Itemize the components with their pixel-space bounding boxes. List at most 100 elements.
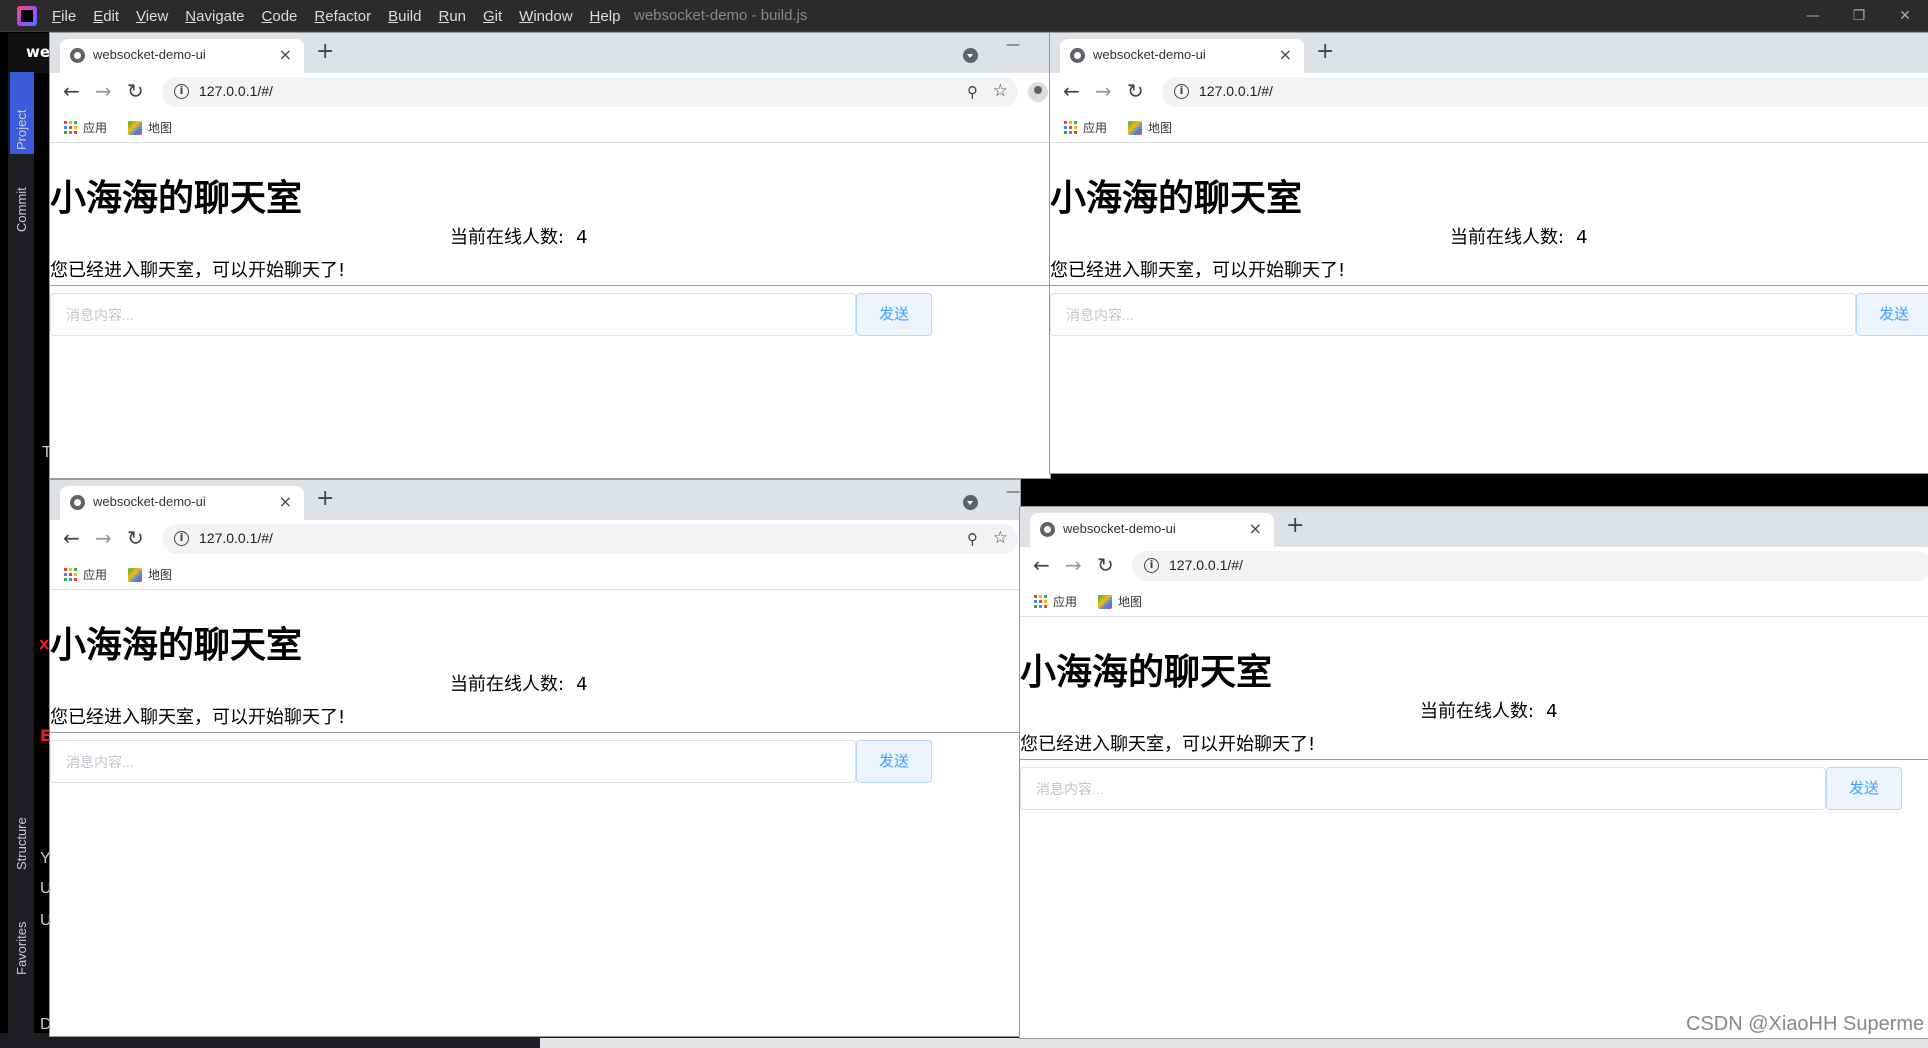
send-button[interactable]: 发送 [1826, 767, 1902, 810]
close-tab-icon[interactable]: × [279, 492, 292, 511]
back-icon[interactable]: ← [1063, 80, 1080, 102]
welcome-message: 您已经进入聊天室，可以开始聊天了! [1050, 260, 1346, 281]
zoom-icon[interactable]: ⚲ [967, 530, 978, 548]
info-icon[interactable]: i [1144, 558, 1159, 573]
send-button[interactable]: 发送 [856, 293, 932, 336]
address-bar[interactable]: i 127.0.0.1/#/ ⚲ ☆ [162, 77, 1018, 107]
info-icon[interactable]: i [174, 84, 189, 99]
bookmark-star-icon[interactable]: ☆ [993, 81, 1008, 101]
new-tab-button[interactable]: + [316, 41, 334, 63]
structure-tab-label[interactable]: Structure [14, 817, 29, 870]
tab-title: websocket-demo-ui [1063, 521, 1176, 536]
browser-tab[interactable]: websocket-demo-ui × [1060, 39, 1304, 73]
new-tab-button[interactable]: + [1286, 515, 1304, 537]
message-input[interactable]: 消息内容... [1020, 767, 1826, 810]
menu-navigate[interactable]: Navigate [185, 8, 244, 25]
profile-avatar-icon[interactable] [1028, 82, 1048, 102]
message-input[interactable]: 消息内容... [50, 740, 856, 783]
ide-menu-bar: File Edit View Navigate Code Refactor Bu… [52, 0, 637, 32]
back-icon[interactable]: ← [1033, 554, 1050, 576]
bookmark-apps[interactable]: 应用 [64, 119, 107, 136]
back-icon[interactable]: ← [63, 80, 80, 102]
globe-icon [1070, 48, 1085, 63]
close-tab-icon[interactable]: × [1249, 519, 1262, 538]
restore-icon[interactable]: ❐ [1836, 0, 1882, 32]
message-input[interactable]: 消息内容... [1050, 293, 1856, 336]
browser-tab[interactable]: websocket-demo-ui × [1030, 513, 1274, 547]
message-input[interactable]: 消息内容... [50, 293, 856, 336]
browser-toolbar: ← → ↻ i 127.0.0.1/#/ [1020, 547, 1928, 585]
reload-icon[interactable]: ↻ [127, 80, 144, 102]
favorites-tab-label[interactable]: Favorites [14, 922, 29, 975]
ide-tool-strip [8, 33, 34, 1033]
menu-edit[interactable]: Edit [93, 8, 119, 25]
menu-view[interactable]: View [136, 8, 168, 25]
info-icon[interactable]: i [174, 531, 189, 546]
bookmark-maps[interactable]: 地图 [1128, 119, 1172, 136]
window-minimize-button[interactable]: — [1006, 484, 1020, 500]
bookmarks-bar: 应用 地图 [50, 111, 1050, 143]
close-icon[interactable]: ✕ [1882, 0, 1928, 32]
online-count: 当前在线人数: 4 [450, 223, 588, 249]
forward-icon[interactable]: → [95, 527, 112, 549]
bookmark-apps[interactable]: 应用 [1034, 593, 1077, 610]
url-text[interactable]: 127.0.0.1/#/ [1199, 83, 1273, 99]
error-marker: x [39, 634, 50, 653]
address-bar[interactable]: i 127.0.0.1/#/ [1162, 77, 1928, 107]
reload-icon[interactable]: ↻ [1097, 554, 1114, 576]
maps-icon [128, 120, 142, 135]
new-tab-button[interactable]: + [316, 488, 334, 510]
menu-window[interactable]: Window [519, 8, 572, 25]
bookmark-apps[interactable]: 应用 [64, 566, 107, 583]
tab-search-icon[interactable] [963, 495, 978, 510]
tab-search-icon[interactable] [963, 48, 978, 63]
browser-tab[interactable]: websocket-demo-ui × [60, 39, 304, 73]
forward-icon[interactable]: → [1065, 554, 1082, 576]
tab-strip: websocket-demo-ui × + [1020, 507, 1928, 547]
browser-window-1: websocket-demo-ui × + — ← → ↻ i 127.0.0.… [50, 33, 1050, 478]
browser-toolbar: ← → ↻ i 127.0.0.1/#/ ⚲ ☆ [50, 73, 1050, 111]
url-text[interactable]: 127.0.0.1/#/ [199, 530, 273, 546]
bookmark-apps-label: 应用 [83, 568, 108, 582]
chat-room-title: 小海海的聊天室 [50, 178, 303, 219]
window-minimize-button[interactable]: — [1006, 37, 1020, 53]
url-text[interactable]: 127.0.0.1/#/ [199, 83, 273, 99]
bookmark-maps[interactable]: 地图 [128, 119, 172, 136]
menu-git[interactable]: Git [483, 8, 502, 25]
close-tab-icon[interactable]: × [279, 45, 292, 64]
url-text[interactable]: 127.0.0.1/#/ [1169, 557, 1243, 573]
minimize-icon[interactable]: — [1790, 0, 1836, 32]
browser-tab[interactable]: websocket-demo-ui × [60, 486, 304, 520]
bookmark-star-icon[interactable]: ☆ [993, 528, 1008, 548]
menu-refactor[interactable]: Refactor [314, 8, 371, 25]
reload-icon[interactable]: ↻ [1127, 80, 1144, 102]
browser-toolbar: ← → ↻ i 127.0.0.1/#/ [1050, 73, 1928, 111]
commit-tab-label[interactable]: Commit [14, 187, 29, 232]
menu-file[interactable]: File [52, 8, 76, 25]
tab-strip: websocket-demo-ui × + [1050, 33, 1928, 73]
bookmarks-bar: 应用 地图 [1020, 585, 1928, 617]
zoom-icon[interactable]: ⚲ [967, 83, 978, 101]
reload-icon[interactable]: ↻ [127, 527, 144, 549]
menu-help[interactable]: Help [590, 8, 621, 25]
info-icon[interactable]: i [1174, 84, 1189, 99]
send-button[interactable]: 发送 [856, 740, 932, 783]
back-icon[interactable]: ← [63, 527, 80, 549]
apps-grid-icon [64, 121, 77, 134]
new-tab-button[interactable]: + [1316, 41, 1334, 63]
address-bar[interactable]: i 127.0.0.1/#/ [1132, 551, 1928, 581]
close-tab-icon[interactable]: × [1279, 45, 1292, 64]
bookmark-maps[interactable]: 地图 [1098, 593, 1142, 610]
forward-icon[interactable]: → [95, 80, 112, 102]
menu-code[interactable]: Code [262, 8, 298, 25]
bookmark-maps[interactable]: 地图 [128, 566, 172, 583]
watermark: CSDN @XiaoHH Superme [1686, 1013, 1925, 1035]
menu-build[interactable]: Build [388, 8, 421, 25]
project-tab-label[interactable]: Project [14, 110, 29, 150]
bookmark-apps[interactable]: 应用 [1064, 119, 1107, 136]
forward-icon[interactable]: → [1095, 80, 1112, 102]
ide-editor-tab[interactable]: we [8, 33, 50, 73]
menu-run[interactable]: Run [438, 8, 466, 25]
send-button[interactable]: 发送 [1856, 293, 1928, 336]
address-bar[interactable]: i 127.0.0.1/#/ ⚲ ☆ [162, 524, 1018, 554]
